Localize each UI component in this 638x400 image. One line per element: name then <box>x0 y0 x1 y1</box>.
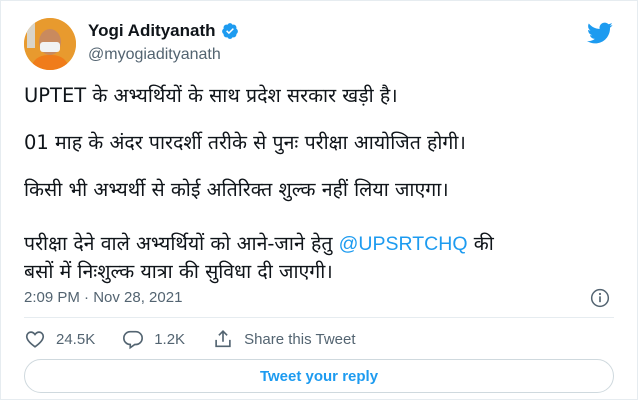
reply-action[interactable]: 1.2K <box>122 328 185 350</box>
like-action[interactable]: 24.5K <box>24 328 95 350</box>
author-handle[interactable]: @myogiadityanath <box>88 46 221 64</box>
tweet-paragraph-1: UPTET के अभ्यर्थियों के साथ प्रदेश सरकार… <box>24 84 398 107</box>
tweet-card: Yogi Adityanath @myogiadityanath UPTET क… <box>0 0 638 400</box>
verified-badge-icon <box>221 23 238 39</box>
share-action[interactable]: Share this Tweet <box>212 328 356 350</box>
tweet-paragraph-4-prefix: परीक्षा देने वाले अभ्यर्थियों को आने-जान… <box>24 232 339 255</box>
divider <box>24 317 614 318</box>
tweet-paragraph-4-suffix: की <box>467 232 494 255</box>
tweet-actions: 24.5K 1.2K Share this Tweet <box>24 328 383 350</box>
reply-count: 1.2K <box>154 330 186 348</box>
heart-icon <box>25 331 45 348</box>
avatar[interactable] <box>24 18 76 70</box>
tweet-reply-button[interactable]: Tweet your reply <box>24 359 614 393</box>
speech-bubble-icon <box>123 330 144 350</box>
like-count: 24.5K <box>56 330 96 348</box>
share-icon <box>215 330 231 348</box>
share-label: Share this Tweet <box>244 330 356 348</box>
author-name-row[interactable]: Yogi Adityanath <box>88 21 239 41</box>
tweet-paragraph-4-line-1: परीक्षा देने वाले अभ्यर्थियों को आने-जान… <box>24 230 494 258</box>
mention-link[interactable]: @UPSRTCHQ <box>339 233 468 255</box>
tweet-timestamp[interactable]: 2:09 PM · Nov 28, 2021 <box>24 289 182 306</box>
tweet-paragraph-4: परीक्षा देने वाले अभ्यर्थियों को आने-जान… <box>24 230 494 285</box>
info-icon[interactable] <box>590 288 610 308</box>
tweet-paragraph-2: 01 माह के अंदर पारदर्शी तरीके से पुनः पर… <box>24 131 466 154</box>
tweet-paragraph-4-line-2: बसों में निःशुल्क यात्रा की सुविधा दी जा… <box>24 260 333 283</box>
author-name[interactable]: Yogi Adityanath <box>88 21 216 41</box>
tweet-paragraph-3: किसी भी अभ्यर्थी से कोई अतिरिक्त शुल्क न… <box>24 178 449 201</box>
twitter-bird-icon[interactable] <box>586 21 613 45</box>
